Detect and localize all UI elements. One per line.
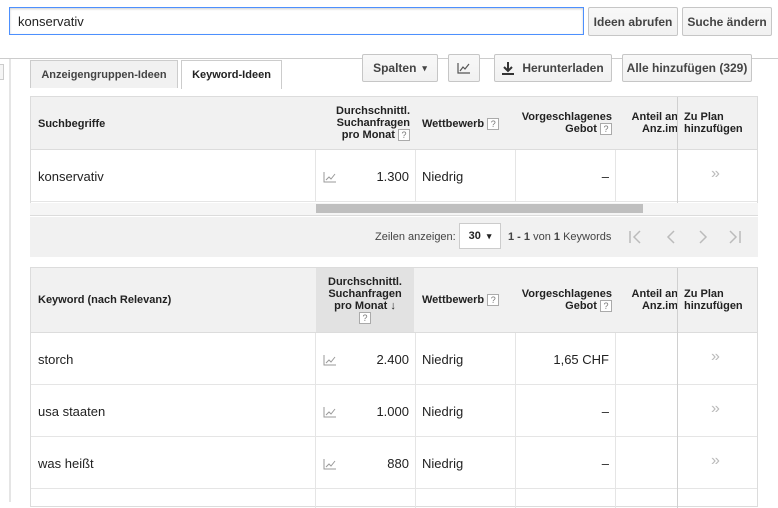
row-bid: 1,65 CHF <box>553 352 609 367</box>
chevron-down-icon: ▾ <box>422 62 427 73</box>
row-competition: Niedrig <box>422 352 464 367</box>
tab-adgroup-ideas-label: Anzeigengruppen-Ideen <box>41 68 167 81</box>
pagination-bar: Zeilen anzeigen: 30 ▾ 1 - 1 von 1 Keywor… <box>30 217 758 257</box>
first-page-icon[interactable] <box>627 229 643 245</box>
col-header-avg-searches[interactable]: Durchschnittl. Suchanfragen pro Monat ↓ … <box>319 276 411 325</box>
trend-chart-icon[interactable] <box>323 458 337 470</box>
trend-chart-icon[interactable] <box>323 171 337 183</box>
last-page-icon[interactable] <box>727 229 743 245</box>
total-value: 1 <box>553 231 561 243</box>
get-ideas-label: Ideen abrufen <box>593 14 673 29</box>
rows-per-page-value: 30 <box>468 230 481 242</box>
col-header-suggested-bid[interactable]: Vorgeschlagenes Gebot ? <box>518 111 612 136</box>
table-row: usa staaten 1.000 Niedrig – » <box>31 385 757 437</box>
download-icon <box>502 61 515 75</box>
table-header: Keyword (nach Relevanz) Durchschnittl. S… <box>31 268 757 333</box>
table-row: storch 2.400 Niedrig 1,65 CHF » <box>31 333 757 385</box>
rows-label: Zeilen anzeigen: <box>375 231 456 243</box>
col-header-competition[interactable]: Wettbewerb ? <box>422 118 500 131</box>
rows-per-page-select[interactable]: 30 ▾ <box>459 223 501 249</box>
range-value: 1 - 1 <box>508 231 531 243</box>
help-icon[interactable]: ? <box>487 118 500 131</box>
col-header-keyword: Keyword (nach Relevanz) <box>38 294 172 306</box>
row-bid: – <box>601 404 609 419</box>
help-icon[interactable]: ? <box>398 129 410 142</box>
col-header-add-plan: Zu Plan hinzufügen <box>684 288 743 312</box>
col-header-share: Anteil an Anz.im <box>631 111 678 135</box>
table-row: was heißt 880 Niedrig – » <box>31 437 757 489</box>
help-icon[interactable]: ? <box>600 123 612 136</box>
change-search-button[interactable]: Suche ändern <box>682 7 772 36</box>
add-to-plan-icon[interactable]: » <box>711 400 720 418</box>
get-ideas-button[interactable]: Ideen abrufen <box>588 7 678 36</box>
col-header-suggested-bid-label: Vorgeschlagenes Gebot <box>521 111 612 135</box>
tab-keyword-ideas-label: Keyword-Ideen <box>192 69 271 81</box>
row-avg-searches: 1.300 <box>376 169 409 184</box>
table-header: Suchbegriffe Durchschnittl. Suchanfragen… <box>31 97 757 150</box>
add-to-plan-icon[interactable]: » <box>711 348 720 366</box>
col-header-suggested-bid[interactable]: Vorgeschlagenes Gebot ? <box>518 288 612 313</box>
add-to-plan-icon[interactable]: » <box>711 165 720 183</box>
page-range: 1 - 1 von 1 Keywords <box>508 231 611 243</box>
col-header-suggested-bid-label: Vorgeschlagenes Gebot <box>521 288 612 312</box>
of-label: von <box>533 231 551 243</box>
prev-page-icon[interactable] <box>663 229 679 245</box>
row-competition: Niedrig <box>422 456 464 471</box>
columns-button[interactable]: Spalten ▾ <box>362 54 438 82</box>
col-header-share: Anteil an Anz.im <box>631 288 678 312</box>
help-icon[interactable]: ? <box>359 312 371 325</box>
row-keyword: storch <box>38 352 74 367</box>
row-keyword: was heißt <box>38 456 94 471</box>
search-input[interactable] <box>9 7 584 35</box>
col-header-avg-searches[interactable]: Durchschnittl. Suchanfragen pro Monat ? <box>316 105 410 142</box>
row-competition: Niedrig <box>422 404 464 419</box>
next-page-icon[interactable] <box>695 229 711 245</box>
add-all-button[interactable]: Alle hinzufügen (329) <box>622 54 752 82</box>
row-bid: – <box>601 456 609 471</box>
row-term: konservativ <box>38 169 104 184</box>
scrollbar-thumb[interactable] <box>316 204 643 213</box>
row-competition: Niedrig <box>422 169 464 184</box>
download-label: Herunterladen <box>522 61 604 75</box>
row-avg-searches: 2.400 <box>376 352 409 367</box>
add-to-plan-icon[interactable]: » <box>711 452 720 470</box>
table-row: konservativ 1.300 Niedrig – » <box>31 150 757 202</box>
sort-arrow-icon: ↓ <box>390 300 396 312</box>
trend-chart-icon[interactable] <box>323 354 337 366</box>
tab-adgroup-ideas[interactable]: Anzeigengruppen-Ideen <box>30 60 178 88</box>
row-avg-searches: 880 <box>387 456 409 471</box>
columns-label: Spalten <box>373 61 417 75</box>
search-terms-table: Suchbegriffe Durchschnittl. Suchanfragen… <box>30 96 758 216</box>
col-header-term: Suchbegriffe <box>38 118 106 130</box>
panel-left-edge <box>9 59 11 502</box>
change-search-label: Suche ändern <box>687 14 767 29</box>
row-bid: – <box>601 169 609 184</box>
add-all-label: Alle hinzufügen (329) <box>626 61 748 75</box>
help-icon[interactable]: ? <box>600 300 612 313</box>
help-icon[interactable]: ? <box>487 294 500 307</box>
col-header-competition-label: Wettbewerb <box>422 294 485 306</box>
collapse-handle[interactable] <box>0 64 4 80</box>
row-avg-searches: 1.000 <box>376 404 409 419</box>
col-header-add-plan: Zu Plan hinzufügen <box>684 111 743 135</box>
col-header-competition-label: Wettbewerb <box>422 118 485 130</box>
keyword-ideas-table: Keyword (nach Relevanz) Durchschnittl. S… <box>30 267 758 508</box>
chevron-down-icon: ▾ <box>486 230 492 241</box>
download-button[interactable]: Herunterladen <box>494 54 612 82</box>
line-chart-icon <box>457 63 470 74</box>
trend-chart-icon[interactable] <box>323 406 337 418</box>
col-header-competition[interactable]: Wettbewerb ? <box>422 294 500 307</box>
tab-keyword-ideas[interactable]: Keyword-Ideen <box>181 60 282 89</box>
chart-toggle-button[interactable] <box>448 54 480 82</box>
row-keyword: usa staaten <box>38 404 106 419</box>
unit-label: Keywords <box>563 231 612 243</box>
